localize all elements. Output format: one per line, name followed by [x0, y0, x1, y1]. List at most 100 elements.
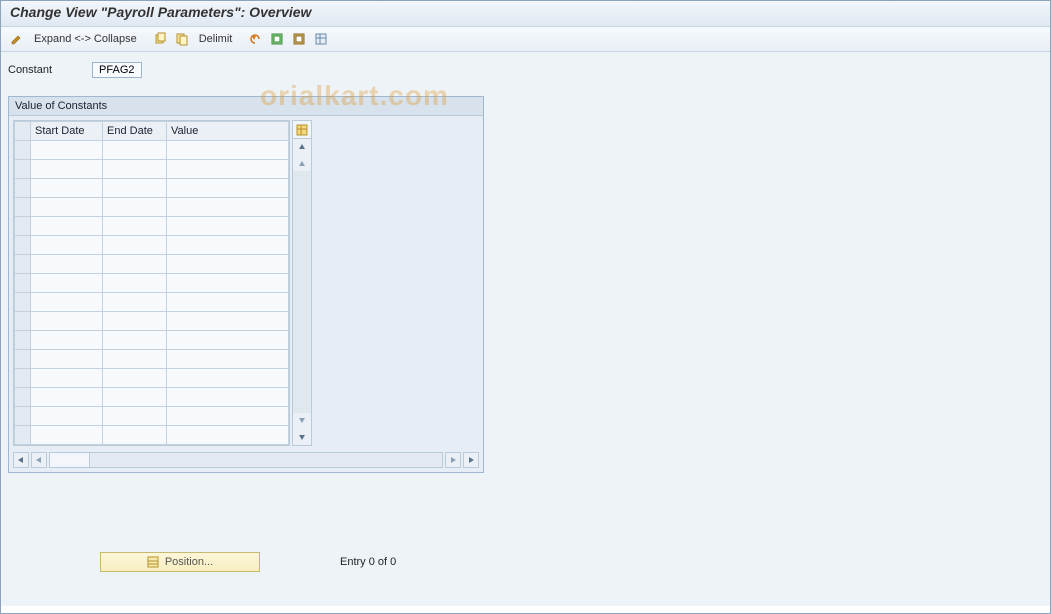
- cell-value[interactable]: [167, 369, 289, 388]
- cell-value[interactable]: [167, 236, 289, 255]
- row-selector[interactable]: [15, 255, 31, 274]
- cell-value[interactable]: [167, 179, 289, 198]
- table-row[interactable]: [15, 426, 289, 445]
- cell-value[interactable]: [167, 331, 289, 350]
- row-selector[interactable]: [15, 274, 31, 293]
- cell-end-date[interactable]: [103, 236, 167, 255]
- cell-start-date[interactable]: [31, 426, 103, 445]
- cell-value[interactable]: [167, 160, 289, 179]
- table-row[interactable]: [15, 350, 289, 369]
- vscroll-track[interactable]: [293, 171, 311, 413]
- undo-icon[interactable]: [246, 30, 264, 48]
- cell-end-date[interactable]: [103, 198, 167, 217]
- cell-end-date[interactable]: [103, 160, 167, 179]
- delimit-button[interactable]: Delimit: [195, 33, 237, 45]
- cell-end-date[interactable]: [103, 388, 167, 407]
- row-selector[interactable]: [15, 312, 31, 331]
- cell-value[interactable]: [167, 350, 289, 369]
- table-row[interactable]: [15, 160, 289, 179]
- scroll-down-step-icon[interactable]: [293, 413, 311, 429]
- row-selector[interactable]: [15, 331, 31, 350]
- cell-start-date[interactable]: [31, 274, 103, 293]
- cell-start-date[interactable]: [31, 388, 103, 407]
- cell-end-date[interactable]: [103, 274, 167, 293]
- row-selector[interactable]: [15, 350, 31, 369]
- copy-as-icon[interactable]: [173, 30, 191, 48]
- scroll-up-step-icon[interactable]: [293, 155, 311, 171]
- select-all-icon[interactable]: [268, 30, 286, 48]
- table-row[interactable]: [15, 293, 289, 312]
- table-row[interactable]: [15, 236, 289, 255]
- cell-end-date[interactable]: [103, 141, 167, 160]
- table-row[interactable]: [15, 369, 289, 388]
- cell-value[interactable]: [167, 217, 289, 236]
- deselect-all-icon[interactable]: [290, 30, 308, 48]
- row-selector[interactable]: [15, 198, 31, 217]
- cell-value[interactable]: [167, 255, 289, 274]
- cell-start-date[interactable]: [31, 369, 103, 388]
- cell-value[interactable]: [167, 198, 289, 217]
- table-config-icon[interactable]: [293, 121, 311, 139]
- cell-start-date[interactable]: [31, 217, 103, 236]
- cell-end-date[interactable]: [103, 217, 167, 236]
- row-selector[interactable]: [15, 369, 31, 388]
- cell-value[interactable]: [167, 274, 289, 293]
- position-button[interactable]: Position...: [100, 552, 260, 572]
- cell-value[interactable]: [167, 293, 289, 312]
- cell-end-date[interactable]: [103, 255, 167, 274]
- table-row[interactable]: [15, 274, 289, 293]
- table-row[interactable]: [15, 388, 289, 407]
- cell-start-date[interactable]: [31, 179, 103, 198]
- cell-start-date[interactable]: [31, 198, 103, 217]
- cell-end-date[interactable]: [103, 293, 167, 312]
- row-selector[interactable]: [15, 236, 31, 255]
- scroll-right-step-icon[interactable]: [445, 452, 461, 468]
- cell-start-date[interactable]: [31, 312, 103, 331]
- table-row[interactable]: [15, 255, 289, 274]
- cell-start-date[interactable]: [31, 141, 103, 160]
- scroll-up-icon[interactable]: [293, 139, 311, 155]
- row-selector[interactable]: [15, 407, 31, 426]
- table-row[interactable]: [15, 141, 289, 160]
- cell-value[interactable]: [167, 312, 289, 331]
- scroll-right-icon[interactable]: [463, 452, 479, 468]
- cell-end-date[interactable]: [103, 350, 167, 369]
- cell-value[interactable]: [167, 141, 289, 160]
- col-start-date[interactable]: Start Date: [31, 122, 103, 141]
- cell-start-date[interactable]: [31, 255, 103, 274]
- cell-start-date[interactable]: [31, 407, 103, 426]
- row-selector[interactable]: [15, 141, 31, 160]
- cell-start-date[interactable]: [31, 293, 103, 312]
- copy-icon[interactable]: [151, 30, 169, 48]
- expand-collapse-button[interactable]: Expand <-> Collapse: [30, 33, 141, 45]
- hscroll-track[interactable]: [49, 452, 443, 468]
- cell-start-date[interactable]: [31, 160, 103, 179]
- cell-value[interactable]: [167, 407, 289, 426]
- horizontal-scrollbar[interactable]: [9, 450, 483, 472]
- scroll-left-icon[interactable]: [13, 452, 29, 468]
- cell-start-date[interactable]: [31, 236, 103, 255]
- cell-end-date[interactable]: [103, 179, 167, 198]
- cell-end-date[interactable]: [103, 369, 167, 388]
- table-settings-icon[interactable]: [312, 30, 330, 48]
- cell-value[interactable]: [167, 388, 289, 407]
- cell-start-date[interactable]: [31, 350, 103, 369]
- cell-start-date[interactable]: [31, 331, 103, 350]
- table-row[interactable]: [15, 217, 289, 236]
- scroll-down-icon[interactable]: [293, 429, 311, 445]
- cell-end-date[interactable]: [103, 426, 167, 445]
- edit-icon[interactable]: [8, 30, 26, 48]
- hscroll-thumb[interactable]: [50, 453, 90, 467]
- vertical-scrollbar[interactable]: [292, 120, 312, 446]
- row-selector[interactable]: [15, 179, 31, 198]
- row-selector[interactable]: [15, 160, 31, 179]
- cell-end-date[interactable]: [103, 312, 167, 331]
- table-row[interactable]: [15, 331, 289, 350]
- table-row[interactable]: [15, 407, 289, 426]
- col-value[interactable]: Value: [167, 122, 289, 141]
- row-selector[interactable]: [15, 293, 31, 312]
- cell-end-date[interactable]: [103, 407, 167, 426]
- row-selector[interactable]: [15, 426, 31, 445]
- row-selector[interactable]: [15, 217, 31, 236]
- scroll-left-step-icon[interactable]: [31, 452, 47, 468]
